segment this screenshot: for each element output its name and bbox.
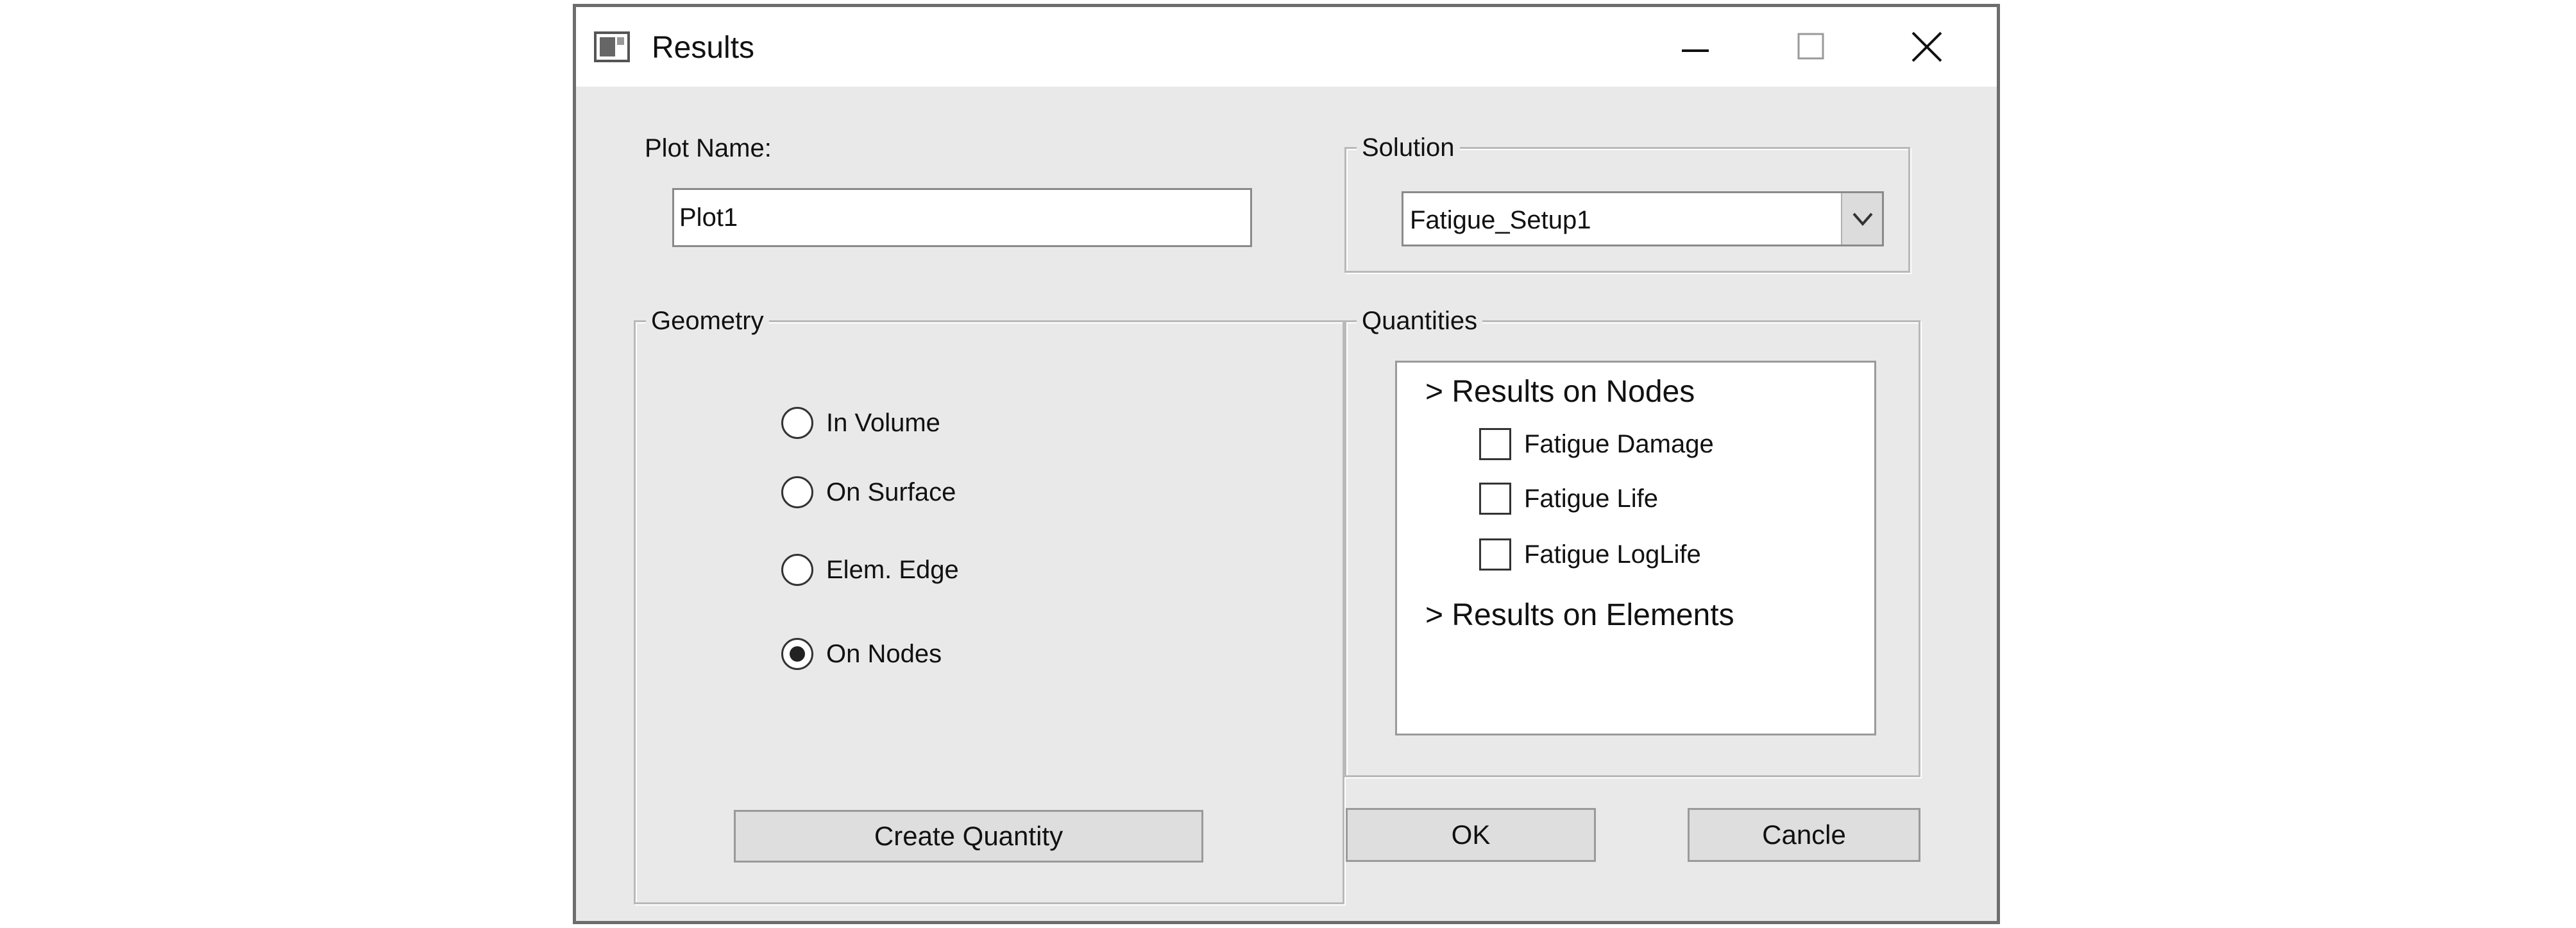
plot-name-input[interactable] <box>672 188 1252 247</box>
quantities-tree[interactable]: > Results on Nodes Fatigue Damage Fatigu… <box>1395 361 1876 735</box>
radio-in-volume-label: In Volume <box>826 409 940 437</box>
checkbox-fatigue-life-label: Fatigue Life <box>1524 485 1659 513</box>
geometry-group-title: Geometry <box>646 305 769 336</box>
plot-name-label: Plot Name: <box>645 134 772 162</box>
ok-button[interactable]: OK <box>1346 808 1596 862</box>
minimize-icon <box>1682 49 1709 52</box>
maximize-button[interactable] <box>1782 22 1840 71</box>
checkbox-fatigue-damage-box[interactable] <box>1479 428 1511 460</box>
solution-select[interactable]: Fatigue_Setup1 <box>1402 191 1884 246</box>
solution-dropdown-button[interactable] <box>1841 193 1882 245</box>
checkbox-fatigue-loglife-box[interactable] <box>1479 538 1511 571</box>
close-icon <box>1911 31 1942 62</box>
solution-group: Solution Fatigue_Setup1 <box>1344 132 1910 273</box>
radio-elem-edge-circle[interactable] <box>781 554 813 586</box>
tree-header-results-on-elements[interactable]: > Results on Elements <box>1425 597 1734 633</box>
checkbox-fatigue-damage-label: Fatigue Damage <box>1524 430 1714 458</box>
chevron-down-icon <box>1852 212 1873 227</box>
radio-elem-edge-label: Elem. Edge <box>826 556 959 584</box>
maximize-icon <box>1797 33 1824 60</box>
geometry-group: Geometry In Volume On Surface Elem. Edge… <box>634 305 1344 904</box>
window-app-icon <box>594 31 630 62</box>
solution-selected-value: Fatigue_Setup1 <box>1410 206 1591 234</box>
minimize-button[interactable] <box>1666 22 1724 71</box>
close-button[interactable] <box>1897 22 1955 71</box>
quantities-group: Quantities > Results on Nodes Fatigue Da… <box>1344 305 1920 777</box>
solution-group-title: Solution <box>1357 132 1460 163</box>
cancel-button[interactable]: Cancle <box>1688 808 1920 862</box>
tree-header-results-on-nodes[interactable]: > Results on Nodes <box>1425 374 1695 410</box>
results-dialog: Results Plot Name: Solution Fatigue_Setu… <box>573 4 2000 924</box>
title-bar[interactable]: Results <box>576 7 1997 87</box>
radio-on-surface-circle[interactable] <box>781 476 813 508</box>
create-quantity-button[interactable]: Create Quantity <box>734 810 1203 863</box>
radio-in-volume-circle[interactable] <box>781 407 813 439</box>
window-title: Results <box>652 31 755 65</box>
radio-on-nodes-label: On Nodes <box>826 640 942 668</box>
radio-on-surface-label: On Surface <box>826 478 956 506</box>
checkbox-fatigue-loglife-label: Fatigue LogLife <box>1524 540 1701 569</box>
checkbox-fatigue-life-box[interactable] <box>1479 483 1511 515</box>
quantities-group-title: Quantities <box>1357 305 1483 336</box>
radio-on-nodes-circle[interactable] <box>781 638 813 670</box>
